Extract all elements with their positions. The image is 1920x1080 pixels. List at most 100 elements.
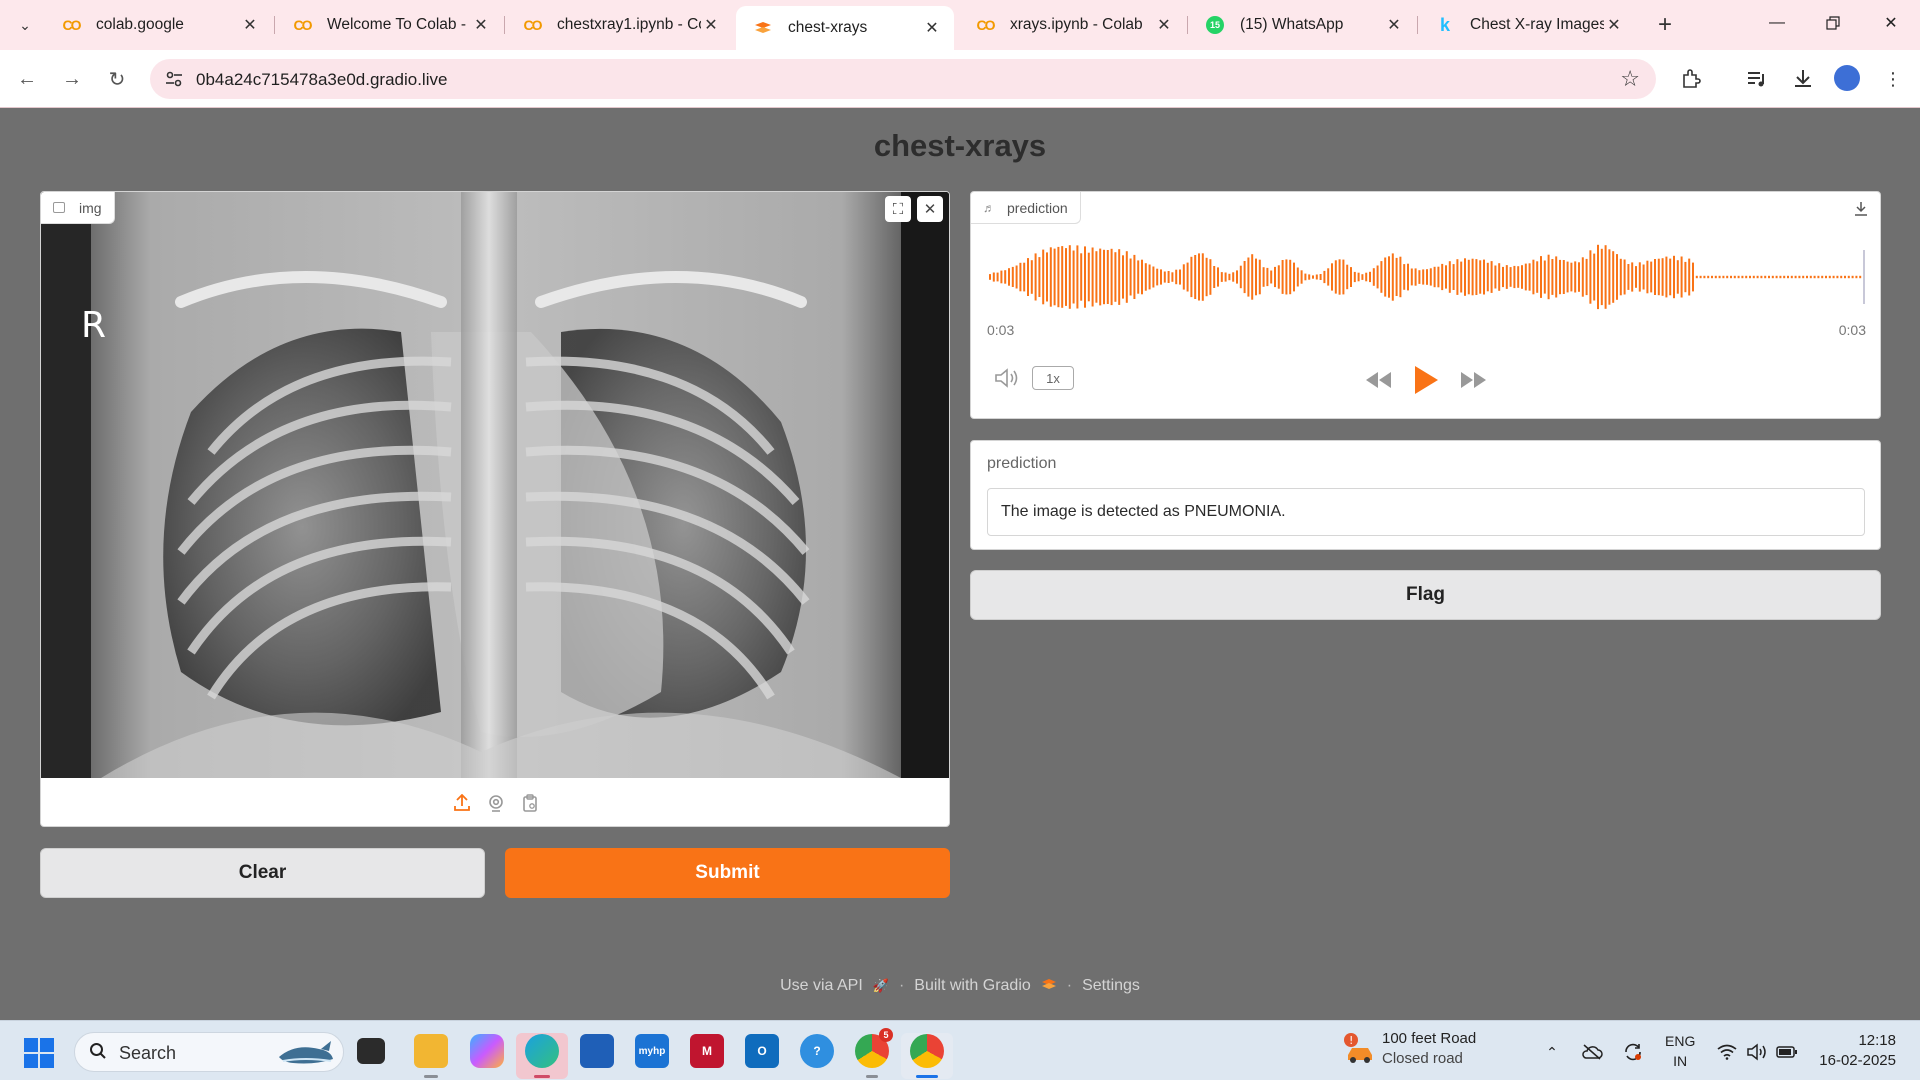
language-indicator[interactable]: ENG IN bbox=[1665, 1031, 1695, 1071]
close-icon[interactable]: ✕ bbox=[701, 15, 721, 35]
task-view-icon[interactable] bbox=[357, 1038, 385, 1064]
wifi-icon[interactable] bbox=[1716, 1041, 1738, 1063]
download-icon[interactable] bbox=[1788, 64, 1818, 94]
close-icon[interactable]: ✕ bbox=[471, 15, 491, 35]
waveform-bar bbox=[1308, 274, 1311, 280]
tab-search-chevron-icon[interactable]: ⌄ bbox=[12, 10, 38, 40]
close-icon[interactable]: ✕ bbox=[1384, 15, 1404, 35]
battery-icon[interactable] bbox=[1776, 1041, 1798, 1063]
onedrive-offline-icon[interactable] bbox=[1581, 1041, 1603, 1063]
windows-start-icon[interactable] bbox=[24, 1038, 54, 1068]
play-icon[interactable] bbox=[1409, 362, 1443, 398]
submit-button[interactable]: Submit bbox=[505, 848, 950, 898]
chrome-profile-icon[interactable] bbox=[910, 1034, 944, 1068]
xray-image[interactable]: R bbox=[41, 192, 949, 778]
clear-button[interactable]: Clear bbox=[40, 848, 485, 898]
reload-icon[interactable]: ↻ bbox=[102, 64, 132, 94]
waveform-bar bbox=[1817, 275, 1820, 279]
waveform-bar bbox=[1175, 269, 1178, 285]
tab-welcome-colab[interactable]: CO Welcome To Colab - ✕ bbox=[275, 8, 503, 42]
tab-chest-xrays[interactable]: chest-xrays ✕ bbox=[736, 6, 954, 50]
url-text[interactable]: 0b4a24c715478a3e0d.gradio.live bbox=[196, 70, 447, 90]
chrome-icon[interactable]: 5 bbox=[855, 1028, 893, 1068]
taskbar-search[interactable]: Search bbox=[74, 1032, 344, 1072]
media-controls-icon[interactable] bbox=[1742, 64, 1772, 94]
download-icon[interactable] bbox=[1848, 196, 1874, 222]
waveform-bar bbox=[1612, 251, 1615, 303]
clock[interactable]: 12:18 16-02-2025 bbox=[1814, 1031, 1896, 1071]
prediction-textbox[interactable]: The image is detected as PNEUMONIA. bbox=[987, 488, 1865, 536]
extensions-icon[interactable] bbox=[1676, 64, 1706, 94]
help-icon[interactable]: ? bbox=[800, 1034, 834, 1068]
tab-xrays-ipynb[interactable]: CO xrays.ipynb - Colab ✕ bbox=[958, 8, 1186, 42]
use-via-api-link[interactable]: Use via API bbox=[780, 977, 863, 995]
back-arrow-icon[interactable]: ← bbox=[12, 64, 42, 94]
waveform-bar bbox=[1133, 254, 1136, 299]
waveform-bar bbox=[1258, 259, 1261, 295]
myhp-icon[interactable]: myhp bbox=[635, 1034, 669, 1068]
webcam-icon[interactable] bbox=[486, 793, 506, 813]
microsoft-store-icon[interactable] bbox=[580, 1034, 614, 1068]
tab-colab-google[interactable]: CO colab.google ✕ bbox=[44, 8, 272, 42]
rewind-icon[interactable] bbox=[1361, 362, 1395, 398]
restore-icon[interactable] bbox=[1810, 8, 1856, 38]
clipboard-icon[interactable] bbox=[520, 793, 540, 813]
omnibox[interactable]: 0b4a24c715478a3e0d.gradio.live ☆ bbox=[150, 59, 1656, 99]
playhead-cursor[interactable] bbox=[1863, 250, 1865, 304]
settings-link[interactable]: Settings bbox=[1082, 977, 1140, 995]
gradio-footer: Use via API 🚀 · Built with Gradio · Sett… bbox=[0, 977, 1920, 995]
audio-waveform[interactable] bbox=[985, 232, 1867, 322]
waveform-bar bbox=[1034, 253, 1037, 301]
clock-date: 16-02-2025 bbox=[1819, 1052, 1896, 1069]
tab-label: chestxray1.ipynb - Co bbox=[557, 16, 701, 33]
weather-widget[interactable]: 100 feet Road Closed road bbox=[1382, 1029, 1476, 1069]
more-menu-icon[interactable]: ⋮ bbox=[1878, 64, 1908, 94]
chevron-up-icon[interactable]: ⌃ bbox=[1541, 1041, 1563, 1063]
outlook-icon[interactable]: O bbox=[745, 1034, 779, 1068]
gradio-icon bbox=[752, 20, 774, 36]
waveform-bar bbox=[1125, 251, 1128, 303]
clear-image-icon[interactable]: ✕ bbox=[917, 196, 943, 222]
close-icon[interactable]: ✕ bbox=[1604, 15, 1624, 35]
waveform-bar bbox=[1619, 258, 1622, 296]
new-tab-plus-icon[interactable]: + bbox=[1650, 10, 1680, 40]
flag-button[interactable]: Flag bbox=[970, 570, 1881, 620]
site-settings-icon[interactable] bbox=[164, 69, 184, 89]
waveform-bar bbox=[1209, 259, 1212, 295]
waveform-bar bbox=[1391, 253, 1394, 301]
tab-chest-xray-images[interactable]: k Chest X-ray Images ✕ bbox=[1418, 8, 1636, 42]
waveform-bar bbox=[1152, 266, 1155, 288]
traffic-alert-icon[interactable]: ! bbox=[1342, 1031, 1376, 1065]
waveform-bar bbox=[1771, 275, 1774, 279]
close-icon[interactable]: ✕ bbox=[922, 18, 942, 38]
volume-icon[interactable] bbox=[993, 366, 1023, 390]
waveform-bar bbox=[1521, 265, 1523, 289]
upload-icon[interactable] bbox=[452, 793, 472, 813]
forward-arrow-icon[interactable]: → bbox=[57, 64, 87, 94]
speaker-icon[interactable] bbox=[1746, 1041, 1768, 1063]
waveform-bar bbox=[1357, 272, 1360, 282]
file-explorer-icon[interactable] bbox=[414, 1034, 448, 1068]
waveform-bar bbox=[1285, 259, 1288, 295]
waveform-bar bbox=[1243, 261, 1246, 294]
close-icon[interactable]: ✕ bbox=[1154, 15, 1174, 35]
edge-icon[interactable] bbox=[525, 1034, 559, 1068]
profile-avatar[interactable] bbox=[1834, 65, 1860, 91]
bookmark-star-icon[interactable]: ☆ bbox=[1620, 66, 1640, 92]
waveform-bar bbox=[1604, 245, 1607, 309]
built-with-gradio-link[interactable]: Built with Gradio bbox=[914, 977, 1031, 995]
tab-chestxray1[interactable]: CO chestxray1.ipynb - Co ✕ bbox=[505, 8, 733, 42]
minimize-icon[interactable]: — bbox=[1754, 8, 1800, 38]
fullscreen-icon[interactable]: ⛶ bbox=[885, 196, 911, 222]
close-icon[interactable]: ✕ bbox=[240, 15, 260, 35]
sync-icon[interactable] bbox=[1622, 1041, 1644, 1063]
mcafee-icon[interactable]: M bbox=[690, 1034, 724, 1068]
waveform-bar bbox=[1099, 248, 1102, 306]
copilot-icon[interactable] bbox=[470, 1034, 504, 1068]
waveform-bar bbox=[1144, 263, 1147, 291]
close-window-icon[interactable]: ✕ bbox=[1868, 8, 1914, 38]
tab-whatsapp[interactable]: 15 (15) WhatsApp ✕ bbox=[1188, 8, 1416, 42]
fast-forward-icon[interactable] bbox=[1457, 362, 1491, 398]
playback-speed-button[interactable]: 1x bbox=[1032, 366, 1074, 390]
waveform-bar bbox=[1479, 260, 1482, 294]
